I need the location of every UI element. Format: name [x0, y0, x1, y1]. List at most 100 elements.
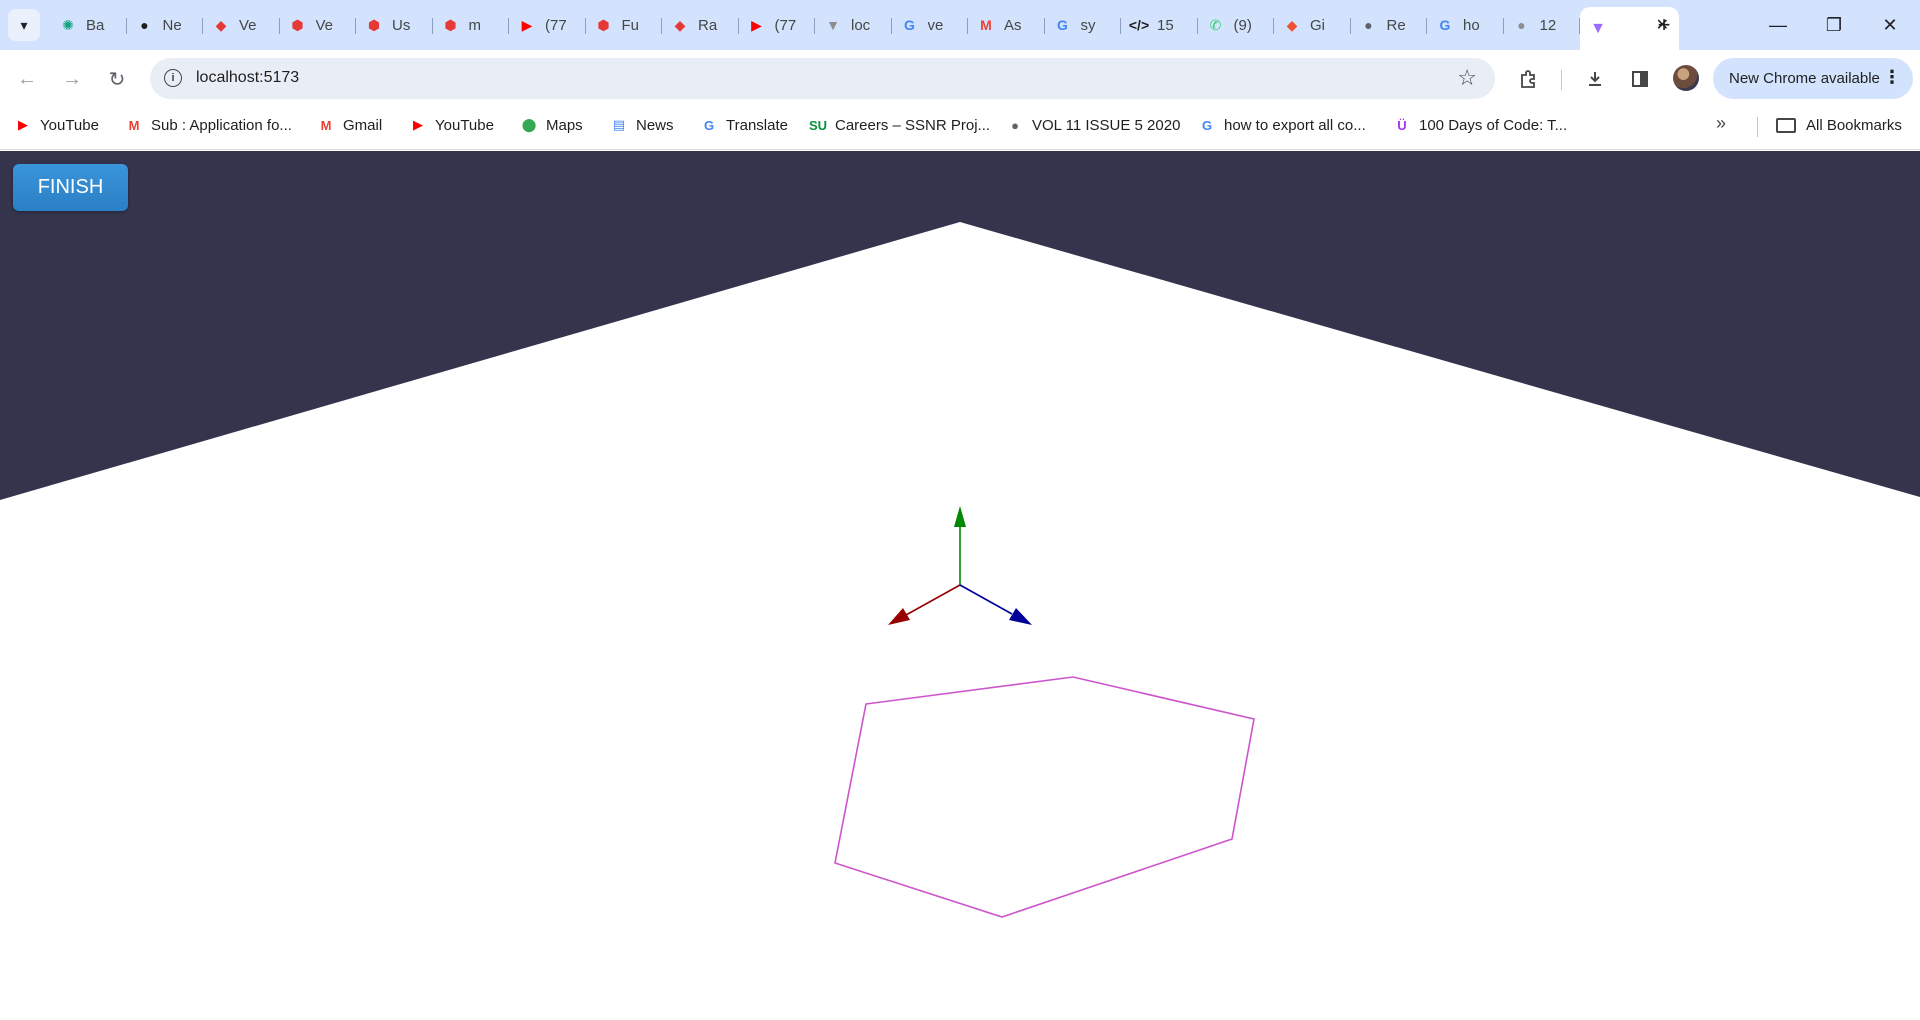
bookmark-label: Translate — [726, 116, 788, 134]
downloads-icon[interactable] — [1578, 62, 1612, 96]
bookmark-item[interactable]: M Gmail — [317, 107, 383, 143]
side-panel-icon[interactable] — [1623, 62, 1657, 96]
y-axis-arrow-icon — [954, 506, 966, 527]
browser-tab[interactable]: Gho — [1427, 7, 1504, 43]
bookmark-item[interactable]: ▶ YouTube — [14, 107, 99, 143]
tab-title: Ve — [239, 16, 257, 34]
bookmark-item[interactable]: SU Careers – SSNR Proj... — [809, 107, 990, 143]
browser-tab[interactable]: ⬢ Us — [356, 7, 433, 43]
bookmark-item[interactable]: Ghow to export all co... — [1198, 107, 1366, 143]
bookmark-label: Maps — [546, 116, 583, 134]
git-icon: ◆ — [1286, 16, 1298, 33]
browser-tab[interactable]: Gve — [892, 7, 969, 43]
google-icon: G — [1057, 17, 1068, 33]
tab-list: ✺ Ba ● Ne ◆ Ve ⬢ Ve ⬢ Us ⬢ m ▶ (77 ⬢ Fu ◆ Ra ▶ (77 ▼ loc Gve M A… — [50, 7, 1679, 50]
tab-title: loc — [851, 16, 871, 34]
more-bookmarks-icon[interactable]: » — [1716, 113, 1726, 134]
youtube-icon: ▶ — [413, 117, 423, 132]
tab-strip: ▾ ✺ Ba ● Ne ◆ Ve ⬢ Ve ⬢ Us ⬢ m ▶ (77 ⬢ Fu ◆ Ra ▶ (77 ▼ loc Gve… — [0, 0, 1920, 50]
new-tab-button[interactable]: + — [1650, 11, 1678, 39]
browser-tab[interactable]: M As — [968, 7, 1045, 43]
browser-tab[interactable]: ◆ Ra — [662, 7, 739, 43]
tab-search-button[interactable]: ▾ — [8, 9, 40, 41]
bookmarks-bar: ▶ YouTube M Sub : Application fo... M Gmail ▶ Y… — [0, 107, 1920, 150]
browser-tab[interactable]: ◆ Ve — [203, 7, 280, 43]
tab-title: Us — [392, 16, 411, 34]
update-chrome-button[interactable]: New Chrome available ⋮ — [1713, 58, 1913, 99]
tab-title: Ra — [698, 16, 718, 34]
bookmark-label: VOL 11 ISSUE 5 2020 — [1032, 116, 1181, 134]
bookmark-item[interactable]: ⬤ Maps — [520, 107, 583, 143]
bookmark-item[interactable]: M Sub : Application fo... — [125, 107, 292, 143]
browser-tab[interactable]: ▶ (77 — [509, 7, 586, 43]
browser-tab[interactable]: ⬢ m — [433, 7, 510, 43]
forward-button[interactable]: → — [55, 62, 89, 96]
gmail-icon: M — [320, 117, 332, 133]
browser-tab[interactable]: ✆ (9) — [1198, 7, 1275, 43]
ssnr-icon: SU — [808, 117, 828, 133]
vue-shield-icon: ◆ — [215, 16, 227, 33]
whatsapp-icon: ✆ — [1209, 16, 1222, 33]
browser-tab[interactable]: ⬢ Ve — [280, 7, 357, 43]
tab-title: Gi — [1310, 16, 1325, 34]
github-icon: ● — [140, 17, 149, 33]
vite-icon: ▼ — [826, 17, 840, 33]
tab-title: 15 — [1157, 16, 1174, 34]
google-icon: G — [1439, 17, 1451, 33]
tab-title: Re — [1386, 16, 1406, 34]
browser-tab[interactable]: ● Re — [1351, 7, 1428, 43]
tab-title: ve — [927, 16, 944, 34]
extensions-icon[interactable] — [1512, 62, 1546, 96]
bookmark-item[interactable]: ▤ News — [610, 107, 674, 143]
profile-avatar[interactable] — [1673, 65, 1699, 91]
browser-tab[interactable]: ✺ Ba — [50, 7, 127, 43]
back-button[interactable]: ← — [10, 62, 44, 96]
bookmark-item[interactable]: G Translate — [700, 107, 788, 143]
browser-tab[interactable]: ⬢ Fu — [586, 7, 663, 43]
address-bar[interactable]: i localhost:5173 ☆ — [150, 58, 1495, 99]
browser-tab[interactable]: ● Ne — [127, 7, 204, 43]
axes-helper — [888, 506, 1032, 625]
bookmark-star-icon[interactable]: ☆ — [1457, 65, 1477, 91]
translate-icon: G — [703, 117, 715, 133]
browser-tab[interactable]: ◆ Gi — [1274, 7, 1351, 43]
restore-button[interactable]: ❐ — [1806, 0, 1862, 50]
tab-title: m — [468, 16, 482, 34]
reload-button[interactable]: ↻ — [100, 62, 134, 96]
bookmark-item[interactable]: ▶ YouTube — [409, 107, 494, 143]
x-axis-line — [905, 584, 961, 616]
tab-title: (77 — [545, 16, 567, 34]
toolbar: ← → ↻ i localhost:5173 ☆ New Chrome avai… — [0, 50, 1920, 107]
all-bookmarks-button[interactable]: All Bookmarks — [1776, 107, 1902, 143]
tab-title: (77 — [774, 16, 797, 34]
bookmark-label: Careers – SSNR Proj... — [835, 116, 991, 134]
maps-pin-icon: ⬤ — [521, 117, 537, 132]
bookmarks-divider — [1757, 117, 1758, 137]
browser-tab[interactable]: ▶ (77 — [739, 7, 816, 43]
browser-tab[interactable]: Gsy — [1045, 7, 1122, 43]
globe-icon: ● — [1011, 117, 1019, 133]
url-text[interactable]: localhost:5173 — [196, 69, 299, 87]
bookmark-item[interactable]: ● VOL 11 ISSUE 5 2020 — [1006, 107, 1180, 143]
browser-tab[interactable]: ▼ loc — [815, 7, 892, 43]
scene[interactable] — [0, 151, 1920, 1020]
google-icon: G — [1201, 117, 1213, 133]
menu-dots-icon[interactable]: ⋮ — [1883, 67, 1901, 88]
vite-icon: ▼ — [1590, 19, 1606, 37]
tab-title: (9) — [1233, 16, 1252, 34]
three-d-canvas[interactable]: FINISH — [0, 151, 1920, 1020]
bookmark-item[interactable]: Ü 100 Days of Code: T... — [1393, 107, 1567, 143]
browser-tab[interactable]: ● 12 — [1504, 7, 1581, 43]
close-window-button[interactable]: ✕ — [1862, 0, 1918, 50]
site-info-icon[interactable]: i — [164, 69, 182, 87]
finish-button[interactable]: FINISH — [13, 164, 128, 211]
browser-tab[interactable]: </> 15 — [1121, 7, 1198, 43]
vue-shield-icon: ◆ — [674, 16, 686, 33]
minimize-button[interactable]: — — [1750, 0, 1806, 50]
x-axis-arrow-icon — [888, 608, 910, 625]
drawn-polygon[interactable] — [834, 676, 1255, 918]
tab-title: Ba — [86, 16, 105, 34]
bookmark-label: YouTube — [435, 116, 494, 134]
tab-title: 12 — [1539, 16, 1557, 34]
youtube-icon: ▶ — [521, 16, 533, 33]
